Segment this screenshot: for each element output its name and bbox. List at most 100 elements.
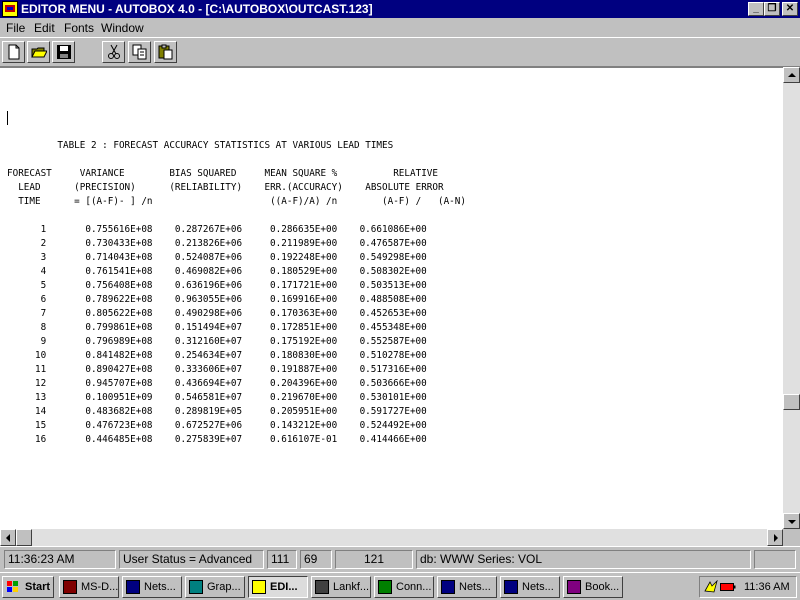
menu-bar: File Edit Fonts Window (0, 18, 800, 37)
table-cell: 0.169916E+00 (270, 294, 338, 305)
menu-fonts[interactable]: Fonts (64, 21, 94, 35)
scroll-up-button[interactable] (783, 67, 800, 83)
table-cell: 0.488508E+00 (359, 294, 427, 305)
table-row: 5 0.756408E+08 0.636196E+06 0.171721E+00 0.5… (7, 279, 466, 293)
close-button[interactable]: ✕ (782, 2, 798, 16)
table-cell: 0.508302E+00 (359, 266, 427, 277)
save-button[interactable] (52, 41, 75, 63)
table-row: 14 0.483682E+08 0.289819E+05 0.205951E+00 0.… (7, 405, 466, 419)
menu-file[interactable]: File (6, 21, 25, 35)
table-cell: 0.890427E+08 (85, 364, 153, 375)
start-label: Start (25, 581, 51, 593)
status-field-b: 69 (300, 550, 332, 569)
table-cell: 11 (34, 364, 47, 375)
table-cell: 0.192248E+00 (270, 252, 338, 263)
horizontal-scrollbar[interactable] (0, 529, 783, 546)
phone-icon (315, 580, 329, 594)
table-cell: 0.841482E+08 (85, 350, 153, 361)
taskbar-button-label: Lankf... (333, 581, 370, 593)
table-header-line: LEAD (PRECISION) (RELIABILITY) ERR.(ACCU… (7, 182, 444, 193)
table-row: 3 0.714043E+08 0.524087E+06 0.192248E+00 0.5… (7, 251, 466, 265)
table-cell: 0.490298E+06 (174, 308, 243, 319)
new-button[interactable] (2, 41, 25, 63)
editor-document[interactable]: TABLE 2 : FORECAST ACCURACY STATISTICS A… (0, 67, 783, 529)
table-row: 1 0.755616E+08 0.287267E+06 0.286635E+00 0.6… (7, 223, 466, 237)
table-row: 16 0.446485E+08 0.275839E+07 0.616107E-01 0.… (7, 433, 466, 447)
arrow-down-icon (788, 520, 796, 524)
table-cell: 15 (34, 420, 47, 431)
scroll-right-button[interactable] (767, 529, 783, 546)
menu-edit[interactable]: Edit (34, 21, 55, 35)
table-cell: 2 (40, 238, 47, 249)
graph-icon (189, 580, 203, 594)
table-cell: 0.289819E+05 (174, 406, 243, 417)
minimize-button[interactable]: _ (748, 2, 764, 16)
taskbar-button-label: Conn... (396, 581, 432, 593)
table-cell: 0.333606E+07 (174, 364, 243, 375)
toolbar (0, 37, 800, 67)
taskbar-button[interactable]: MS-D... (59, 576, 119, 598)
table-cell: 0.799861E+08 (85, 322, 153, 333)
taskbar-button-label: EDI... (270, 581, 298, 593)
taskbar-button[interactable]: Nets... (500, 576, 560, 598)
scroll-corner (783, 529, 800, 546)
table-cell: 0.211989E+00 (270, 238, 338, 249)
taskbar-button[interactable]: Lankf... (311, 576, 371, 598)
vertical-scrollbar[interactable] (783, 67, 800, 529)
tray-app-icon[interactable] (704, 580, 718, 594)
system-tray: 11:36 AM (699, 576, 797, 598)
table-cell: 0.414466E+00 (359, 434, 427, 445)
table-row: 4 0.761541E+08 0.469082E+06 0.180529E+00 0.5… (7, 265, 466, 279)
menu-window[interactable]: Window (101, 21, 144, 35)
table-cell: 0.483682E+08 (85, 406, 153, 417)
taskbar-button[interactable]: Nets... (122, 576, 182, 598)
table-cell: 0.151494E+07 (174, 322, 243, 333)
copy-button[interactable] (128, 41, 151, 63)
table-cell: 0.730433E+08 (85, 238, 153, 249)
table-cell: 0.524492E+00 (359, 420, 427, 431)
status-field-c: 121 (335, 550, 413, 569)
cut-button[interactable] (102, 41, 125, 63)
autobox-app-icon[interactable] (2, 1, 18, 17)
taskbar-button[interactable]: Nets... (437, 576, 497, 598)
table-cell: 1 (40, 224, 47, 235)
status-time: 11:36:23 AM (4, 550, 116, 569)
table-cell: 0.452653E+00 (359, 308, 427, 319)
horizontal-scroll-thumb[interactable] (16, 529, 32, 546)
report-title: TABLE 2 : FORECAST ACCURACY STATISTICS A… (7, 139, 466, 153)
taskbar-button[interactable]: Grap... (185, 576, 245, 598)
arrow-right-icon (774, 534, 778, 542)
table-cell: 0.180529E+00 (270, 266, 338, 277)
table-cell: 0.476723E+08 (85, 420, 153, 431)
table-cell: 10 (34, 350, 47, 361)
table-cell: 7 (40, 308, 47, 319)
text-caret (7, 111, 8, 125)
restore-button[interactable]: ❐ (764, 2, 780, 16)
taskbar-button-label: Grap... (207, 581, 241, 593)
battery-icon[interactable] (720, 582, 736, 592)
paste-button[interactable] (154, 41, 177, 63)
scroll-left-button[interactable] (0, 529, 16, 546)
table-cell: 0.755616E+08 (85, 224, 153, 235)
status-extra (754, 550, 796, 569)
taskbar-button[interactable]: EDI... (248, 576, 308, 598)
scroll-down-button[interactable] (783, 513, 800, 529)
start-button[interactable]: Start (2, 576, 54, 598)
taskbar-button[interactable]: Conn... (374, 576, 434, 598)
vertical-scroll-thumb[interactable] (783, 394, 800, 410)
title-bar[interactable]: EDITOR MENU - AUTOBOX 4.0 - [C:\AUTOBOX\… (0, 0, 800, 18)
open-button[interactable] (27, 41, 50, 63)
connection-icon (378, 580, 392, 594)
table-row: 12 0.945707E+08 0.436694E+07 0.204396E+00 0.… (7, 377, 466, 391)
table-cell: 0.455348E+00 (359, 322, 427, 333)
table-cell: 0.312160E+07 (174, 336, 243, 347)
table-cell: 4 (40, 266, 47, 277)
status-user: User Status = Advanced (119, 550, 264, 569)
table-cell: 0.100951E+09 (85, 392, 153, 403)
taskbar-clock[interactable]: 11:36 AM (744, 577, 790, 597)
report-title-text: TABLE 2 : FORECAST ACCURACY STATISTICS A… (57, 140, 394, 151)
taskbar-button[interactable]: Book... (563, 576, 623, 598)
table-cell: 0.143212E+00 (270, 420, 338, 431)
